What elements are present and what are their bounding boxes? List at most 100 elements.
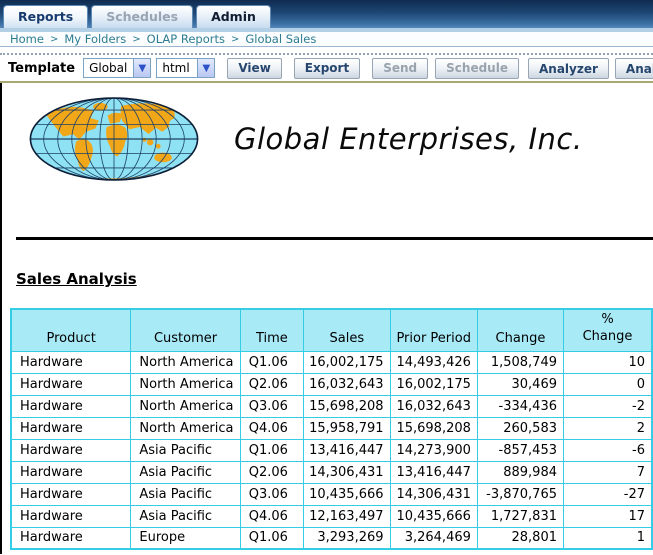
table-cell: 15,698,208 (390, 417, 477, 439)
company-name: Global Enterprises, Inc. (234, 122, 583, 156)
report-header: Global Enterprises, Inc. (28, 94, 653, 184)
table-cell: 16,032,643 (304, 373, 390, 395)
chevron-down-icon[interactable]: ▼ (133, 59, 150, 77)
tab-reports[interactable]: Reports (3, 5, 88, 28)
chevron-down-icon[interactable]: ▼ (197, 59, 214, 77)
table-cell: Hardware (11, 461, 131, 483)
breadcrumb-item-my-folders[interactable]: My Folders (64, 32, 126, 46)
column-header-prior-period: Prior Period (390, 309, 477, 351)
table-header-row: Product Customer Time Sales Prior Period… (11, 309, 652, 351)
table-cell: 14,306,431 (390, 483, 477, 505)
table-cell: 3,293,269 (304, 527, 390, 549)
table-cell: Q1.06 (240, 351, 303, 373)
table-cell: 0 (564, 373, 653, 395)
table-cell: 28,801 (477, 527, 563, 549)
format-select[interactable]: html ▼ (156, 58, 215, 78)
table-row: HardwareAsia PacificQ3.0610,435,66614,30… (11, 483, 652, 505)
table-cell: 260,583 (477, 417, 563, 439)
column-header-time: Time (240, 309, 303, 351)
top-banner: Reports Schedules Admin (0, 0, 653, 28)
template-select-value: Global (84, 59, 133, 77)
table-cell: Q1.06 (240, 439, 303, 461)
table-cell: North America (131, 417, 240, 439)
table-cell: Hardware (11, 483, 131, 505)
table-cell: 1,508,749 (477, 351, 563, 373)
table-cell: Europe (131, 527, 240, 549)
schedule-button[interactable]: Schedule (435, 58, 519, 79)
table-row: HardwareAsia PacificQ4.0612,163,49710,43… (11, 505, 652, 527)
tab-admin[interactable]: Admin (196, 5, 271, 28)
template-toolbar: Template Global ▼ html ▼ View Export Sen… (0, 55, 653, 83)
table-row: HardwareNorth AmericaQ4.0615,958,79115,6… (11, 417, 652, 439)
table-cell: North America (131, 373, 240, 395)
table-cell: Q2.06 (240, 373, 303, 395)
table-cell: 15,958,791 (304, 417, 390, 439)
app-window: Reports Schedules Admin Home > My Folder… (0, 0, 653, 555)
table-cell: 3,264,469 (390, 527, 477, 549)
table-cell: 13,416,447 (390, 461, 477, 483)
toolbar-right-group: Analyzer Analyzer (528, 58, 653, 79)
view-button[interactable]: View (227, 58, 281, 79)
table-cell: Q1.06 (240, 527, 303, 549)
table-row: HardwareNorth AmericaQ3.0615,698,20816,0… (11, 395, 652, 417)
table-cell: 10,435,666 (390, 505, 477, 527)
template-select[interactable]: Global ▼ (83, 58, 151, 78)
table-row: HardwareNorth AmericaQ2.0616,032,64316,0… (11, 373, 652, 395)
column-header-product: Product (11, 309, 131, 351)
table-cell: Asia Pacific (131, 483, 240, 505)
breadcrumb: Home > My Folders > OLAP Reports > Globa… (0, 32, 653, 47)
column-header-pct-change: % Change (564, 309, 653, 351)
tab-schedules[interactable]: Schedules (91, 5, 193, 28)
export-button[interactable]: Export (294, 58, 360, 79)
analyzer-button[interactable]: Analyzer (528, 58, 609, 79)
table-cell: 2 (564, 417, 653, 439)
column-header-sales: Sales (304, 309, 390, 351)
send-button[interactable]: Send (372, 58, 428, 79)
table-cell: -334,436 (477, 395, 563, 417)
table-cell: Q3.06 (240, 395, 303, 417)
breadcrumb-item-home[interactable]: Home (10, 32, 44, 46)
breadcrumb-item-global-sales: Global Sales (245, 32, 316, 46)
sales-analysis-table: Product Customer Time Sales Prior Period… (10, 308, 653, 550)
report-divider-rule (16, 237, 653, 240)
table-cell: -27 (564, 483, 653, 505)
sales-table-body: HardwareNorth AmericaQ1.0616,002,17514,4… (11, 351, 652, 549)
format-select-value: html (157, 59, 197, 77)
table-cell: 7 (564, 461, 653, 483)
table-cell: 30,469 (477, 373, 563, 395)
table-cell: -857,453 (477, 439, 563, 461)
table-cell: -2 (564, 395, 653, 417)
table-cell: Hardware (11, 395, 131, 417)
table-cell: Asia Pacific (131, 505, 240, 527)
table-cell: 14,306,431 (304, 461, 390, 483)
table-cell: 14,273,900 (390, 439, 477, 461)
table-cell: Q2.06 (240, 461, 303, 483)
table-cell: 16,032,643 (390, 395, 477, 417)
breadcrumb-item-olap-reports[interactable]: OLAP Reports (147, 32, 225, 46)
table-cell: Asia Pacific (131, 461, 240, 483)
table-cell: 15,698,208 (304, 395, 390, 417)
breadcrumb-separator: > (50, 34, 58, 45)
table-cell: North America (131, 395, 240, 417)
table-cell: 1,727,831 (477, 505, 563, 527)
table-cell: 17 (564, 505, 653, 527)
table-row: HardwareEuropeQ1.063,293,2693,264,46928,… (11, 527, 652, 549)
table-cell: Hardware (11, 417, 131, 439)
table-cell: Hardware (11, 373, 131, 395)
table-cell: -3,870,765 (477, 483, 563, 505)
analyzer-button-2[interactable]: Analyzer (615, 58, 653, 79)
table-cell: Hardware (11, 527, 131, 549)
table-cell: 13,416,447 (304, 439, 390, 461)
table-cell: 14,493,426 (390, 351, 477, 373)
table-cell: Asia Pacific (131, 439, 240, 461)
table-cell: 889,984 (477, 461, 563, 483)
table-cell: 16,002,175 (304, 351, 390, 373)
table-cell: 10 (564, 351, 653, 373)
table-cell: North America (131, 351, 240, 373)
table-cell: 16,002,175 (390, 373, 477, 395)
table-cell: Q4.06 (240, 505, 303, 527)
report-content: Global Enterprises, Inc. Sales Analysis … (0, 83, 653, 554)
table-cell: 10,435,666 (304, 483, 390, 505)
column-header-customer: Customer (131, 309, 240, 351)
table-cell: Q3.06 (240, 483, 303, 505)
